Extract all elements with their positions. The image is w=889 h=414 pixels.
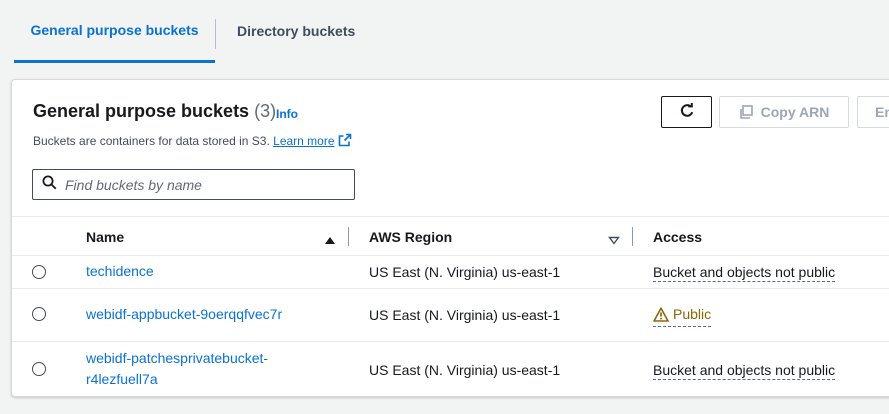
column-divider[interactable] xyxy=(632,227,633,246)
bucket-name-link[interactable]: webidf-patchesprivatebucket-r4lezfuell7a xyxy=(86,348,268,390)
description-text: Buckets are containers for data stored i… xyxy=(33,134,270,148)
refresh-icon xyxy=(679,102,695,122)
access-status-label: Public xyxy=(673,306,712,322)
info-link[interactable]: Info xyxy=(276,107,298,121)
panel-title: General purpose buckets (3) xyxy=(33,101,276,122)
buckets-table: Name AWS Region Access techidence US Eas… xyxy=(12,216,889,397)
row-select-radio[interactable] xyxy=(32,265,46,279)
row-select-radio[interactable] xyxy=(32,307,46,321)
refresh-button[interactable] xyxy=(661,96,712,128)
access-status: Bucket and objects not public xyxy=(653,362,836,380)
panel-description: Buckets are containers for data stored i… xyxy=(33,133,352,150)
learn-more-label: Learn more xyxy=(273,134,335,148)
bucket-region: US East (N. Virginia) us-east-1 xyxy=(369,362,561,378)
tab-general-purpose-buckets[interactable]: General purpose buckets xyxy=(14,0,215,63)
bucket-count: (3) xyxy=(254,101,277,121)
bucket-type-tabs: General purpose buckets Directory bucket… xyxy=(0,0,889,64)
empty-label: Empty xyxy=(875,104,889,120)
table-row: webidf-appbucket-9oerqqfvec7r US East (N… xyxy=(12,289,889,342)
table-row: techidence US East (N. Virginia) us-east… xyxy=(12,256,889,289)
bucket-name-link[interactable]: webidf-appbucket-9oerqqfvec7r xyxy=(86,304,282,325)
bucket-name-line1: webidf-patchesprivatebucket- xyxy=(86,350,269,366)
bucket-region: US East (N. Virginia) us-east-1 xyxy=(369,264,561,280)
column-header-access: Access xyxy=(653,229,703,245)
copy-icon xyxy=(739,105,753,119)
table-header: Name AWS Region Access xyxy=(12,216,889,256)
table-row: webidf-patchesprivatebucket-r4lezfuell7a… xyxy=(12,342,889,397)
sort-ascending-icon[interactable] xyxy=(324,232,336,250)
search-bar xyxy=(32,169,355,200)
copy-arn-label: Copy ARN xyxy=(760,104,830,120)
column-header-aws-region[interactable]: AWS Region xyxy=(369,229,452,245)
buckets-panel: General purpose buckets (3) Info Buckets… xyxy=(11,79,889,397)
sortable-caret-down-icon[interactable] xyxy=(608,232,620,250)
bucket-name-line2: r4lezfuell7a xyxy=(86,371,158,387)
search-icon xyxy=(42,175,57,195)
column-header-name[interactable]: Name xyxy=(86,229,124,245)
row-select-radio[interactable] xyxy=(32,362,46,376)
column-divider[interactable] xyxy=(348,227,349,246)
access-status-public: Public xyxy=(653,306,712,327)
tab-directory-buckets[interactable]: Directory buckets xyxy=(216,0,355,62)
learn-more-link[interactable]: Learn more xyxy=(273,133,352,150)
copy-arn-button[interactable]: Copy ARN xyxy=(719,96,849,128)
bucket-name-link[interactable]: techidence xyxy=(86,261,154,282)
warning-icon xyxy=(653,307,669,326)
external-link-icon xyxy=(338,133,352,150)
panel-title-text: General purpose buckets xyxy=(33,101,250,121)
search-input[interactable] xyxy=(65,176,345,193)
empty-button[interactable]: Empty xyxy=(857,96,889,128)
access-status: Bucket and objects not public xyxy=(653,264,836,282)
bucket-region: US East (N. Virginia) us-east-1 xyxy=(369,307,561,323)
